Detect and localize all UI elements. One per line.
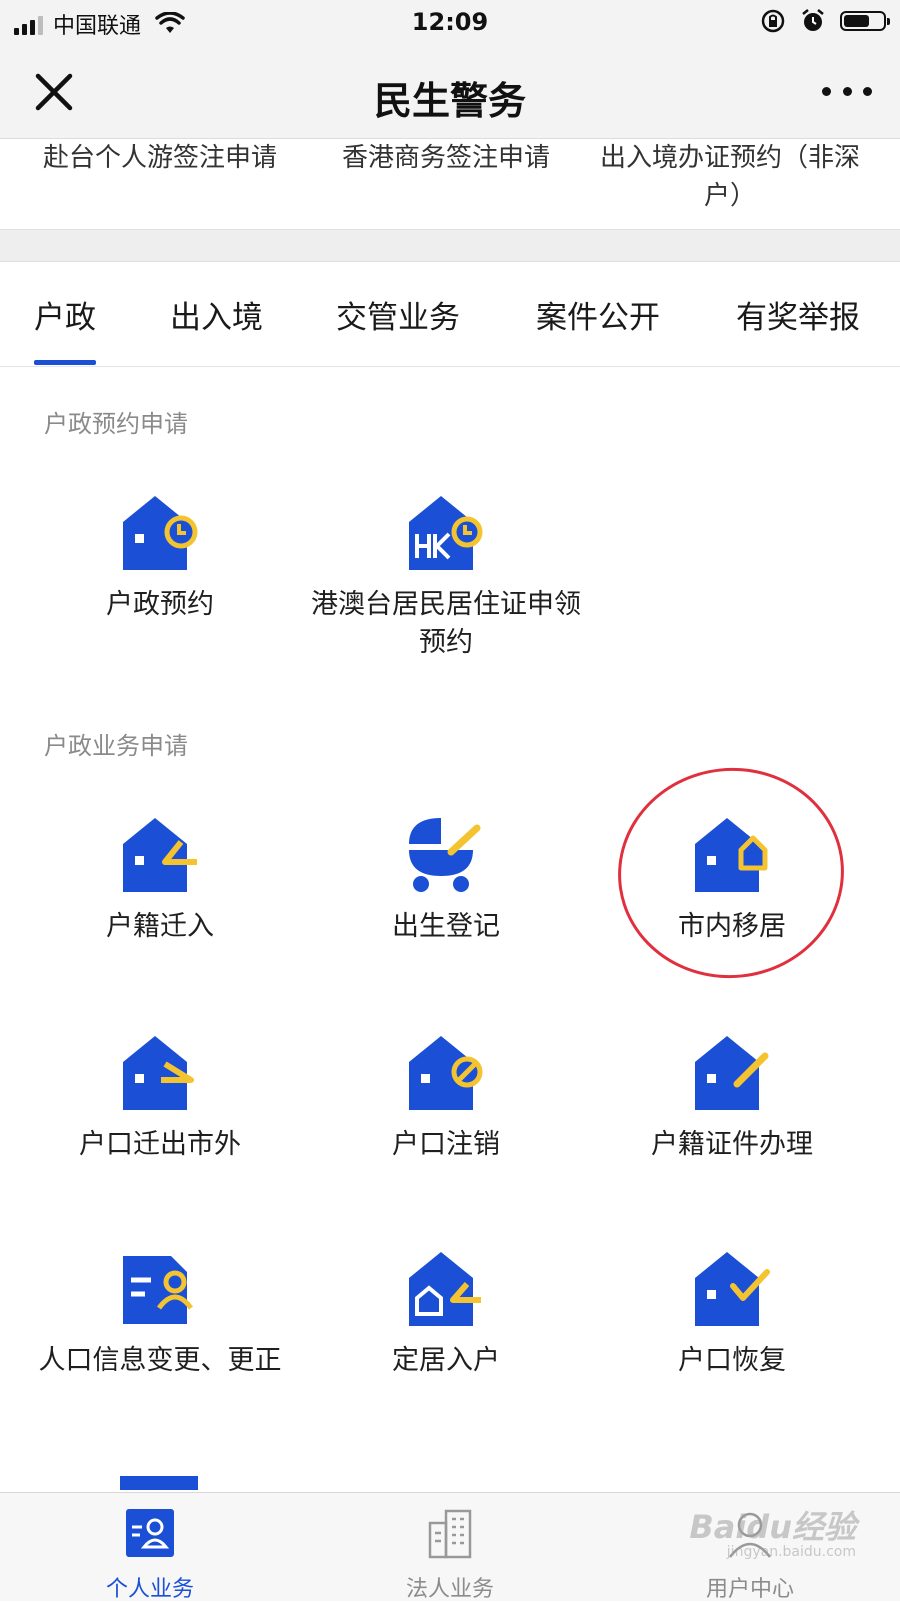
house-cancel-icon: [409, 1036, 483, 1110]
grid-item-hukou-restore[interactable]: 户口恢复: [582, 1248, 882, 1380]
grid-item-hk-residence-appointment[interactable]: 港澳台居民居住证申领预约: [296, 492, 596, 662]
building-icon: [428, 1509, 472, 1559]
service-taiwan-endorsement[interactable]: 赴台个人游签注申请: [20, 139, 300, 177]
top-services: 赴台个人游签注申请 香港商务签注申请 出入境办证预约（非深户）: [0, 139, 900, 229]
house-hk-clock-icon: [409, 496, 483, 570]
alarm-icon: [802, 9, 824, 31]
rotation-lock-icon: [761, 9, 785, 33]
bottom-tab-corporate[interactable]: 法人业务: [300, 1505, 600, 1603]
grid-item-hukou-documents[interactable]: 户籍证件办理: [582, 1032, 882, 1164]
tab-chu-ru-jing[interactable]: 出入境: [170, 292, 263, 337]
tab-report[interactable]: 有奖举报: [736, 292, 860, 337]
grid-item-move-in[interactable]: 户籍迁入: [10, 814, 310, 946]
house-move-out-icon: [123, 1036, 194, 1110]
grid-item-label: 户籍证件办理: [651, 1129, 813, 1160]
grid-item-move-out[interactable]: 户口迁出市外: [10, 1032, 310, 1164]
grid-item-huzheng-appointment[interactable]: 户政预约: [10, 492, 310, 624]
grid-item-label: 人口信息变更、更正: [38, 1345, 282, 1376]
partial-icon: [120, 1476, 198, 1490]
bottom-tab-label: 法人业务: [405, 1577, 494, 1602]
category-tabs: 户政 出入境 交管业务 案件公开 有奖举报: [0, 262, 900, 367]
nav-bar: 民生警务: [0, 46, 900, 139]
grid-item-label: 户口迁出市外: [79, 1129, 241, 1160]
baby-stroller-icon: [407, 818, 481, 892]
house-edit-icon: [695, 1036, 769, 1110]
more-icon[interactable]: [822, 84, 872, 98]
grid-item-settle[interactable]: 定居入户: [296, 1248, 596, 1380]
grid-item-info-change[interactable]: 人口信息变更、更正: [10, 1248, 310, 1380]
id-card-person-icon: [123, 1256, 194, 1324]
house-clock-icon: [123, 496, 198, 570]
section-divider: [0, 229, 900, 262]
tab-huzheng[interactable]: 户政: [34, 292, 96, 365]
grid-item-label: 港澳台居民居住证申领预约: [311, 589, 581, 658]
grid-item-label: 户政预约: [106, 589, 214, 620]
grid-item-label: 定居入户: [392, 1345, 500, 1376]
battery-icon: [840, 11, 890, 31]
grid-item-birth-registration[interactable]: 出生登记: [296, 814, 596, 946]
grid-item-label: 出生登记: [392, 911, 500, 942]
page-title: 民生警务: [373, 79, 526, 123]
bottom-tab-label: 用户中心: [705, 1577, 794, 1602]
grid-item-hukou-cancel[interactable]: 户口注销: [296, 1032, 596, 1164]
grid-item-label: 户籍迁入: [106, 911, 214, 942]
tab-cases[interactable]: 案件公开: [536, 292, 660, 337]
tab-traffic[interactable]: 交管业务: [336, 292, 460, 337]
house-settle-icon: [409, 1252, 481, 1326]
status-bar: 中国联通 12:09: [0, 0, 900, 46]
grid-item-label: 户口注销: [392, 1129, 500, 1160]
service-exit-entry-appointment[interactable]: 出入境办证预约（非深户）: [590, 139, 870, 215]
section-title-appointment: 户政预约申请: [44, 410, 188, 438]
grid-item-label: 户口恢复: [678, 1345, 786, 1376]
watermark: Baidu经验 jingyan.baidu.com: [689, 1508, 856, 1560]
service-hk-business-endorsement[interactable]: 香港商务签注申请: [306, 139, 586, 177]
bottom-tab-label: 个人业务: [105, 1577, 194, 1602]
annotation-circle: [607, 756, 855, 990]
person-card-icon: [126, 1509, 174, 1557]
house-check-icon: [695, 1252, 770, 1326]
bottom-tab-personal[interactable]: 个人业务: [0, 1505, 300, 1603]
house-move-in-icon: [123, 818, 197, 892]
section-title-business: 户政业务申请: [44, 732, 188, 760]
